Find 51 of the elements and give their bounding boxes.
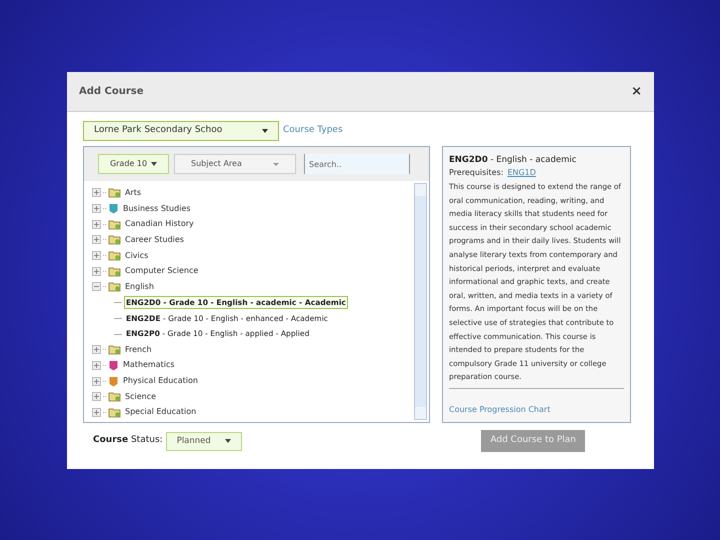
caret-icon	[262, 129, 268, 133]
tree-item[interactable]: French	[125, 344, 152, 356]
caret-icon	[224, 439, 231, 443]
course-progression-link[interactable]: Course Progression Chart	[449, 404, 550, 414]
folder-icon	[108, 406, 121, 418]
folder-icon	[108, 250, 121, 262]
expand-icon[interactable]	[92, 220, 101, 229]
close-button[interactable]: ×	[631, 85, 642, 98]
dialog-title: Add Course	[79, 85, 144, 99]
status-dropdown[interactable]: Planned	[166, 432, 242, 450]
expand-icon[interactable]	[92, 345, 101, 354]
grade-dropdown[interactable]: Grade 10	[98, 154, 169, 174]
prerequisites-label: Prerequisites:	[449, 167, 504, 179]
expand-icon[interactable]	[92, 235, 101, 244]
folder-icon	[108, 281, 121, 292]
folder-icon	[108, 344, 121, 356]
tree-item[interactable]: Special Education	[125, 406, 196, 418]
tree-item[interactable]: Canadian History	[125, 218, 194, 230]
tree-item[interactable]: Career Studies	[125, 234, 184, 246]
tree-item[interactable]: Mathematics	[123, 359, 175, 372]
tree-item[interactable]: Physical Education	[123, 375, 198, 388]
school-dropdown[interactable]: Lorne Park Secondary Schoo	[83, 121, 279, 141]
folder-icon	[108, 218, 121, 230]
subject-dropdown[interactable]: Subject Area	[174, 154, 296, 174]
expand-icon[interactable]	[92, 408, 101, 417]
tree-item[interactable]: English	[125, 280, 154, 293]
caret-icon	[151, 162, 158, 166]
caret-icon	[273, 162, 279, 166]
tree-item[interactable]: Arts	[125, 186, 142, 199]
expand-icon[interactable]	[92, 188, 101, 198]
search-field[interactable]: Search..	[304, 154, 410, 174]
course-status-label: Course Status:	[93, 434, 163, 448]
tree-item[interactable]: Science	[125, 390, 156, 403]
folder-icon	[108, 187, 121, 198]
tree-item[interactable]: Civics	[125, 250, 148, 262]
course-heading: ENG2D0 - English - academic	[449, 154, 578, 166]
expand-icon[interactable]	[92, 360, 101, 370]
folder-icon	[108, 266, 121, 277]
expand-icon[interactable]	[92, 266, 101, 276]
expand-icon[interactable]	[92, 251, 101, 260]
tree-item[interactable]: Computer Science	[125, 265, 198, 278]
course-types-link[interactable]: Course Types	[283, 124, 343, 138]
tree-item[interactable]: Business Studies	[123, 202, 190, 215]
folder-icon	[108, 234, 121, 246]
scrollbar[interactable]	[414, 183, 427, 420]
folder-icon	[108, 391, 121, 402]
prerequisite-link[interactable]: ENG1D	[507, 166, 536, 179]
expand-icon[interactable]	[92, 392, 101, 402]
expand-icon[interactable]	[92, 376, 101, 386]
collapse-icon[interactable]	[92, 282, 101, 292]
expand-icon[interactable]	[92, 204, 101, 214]
